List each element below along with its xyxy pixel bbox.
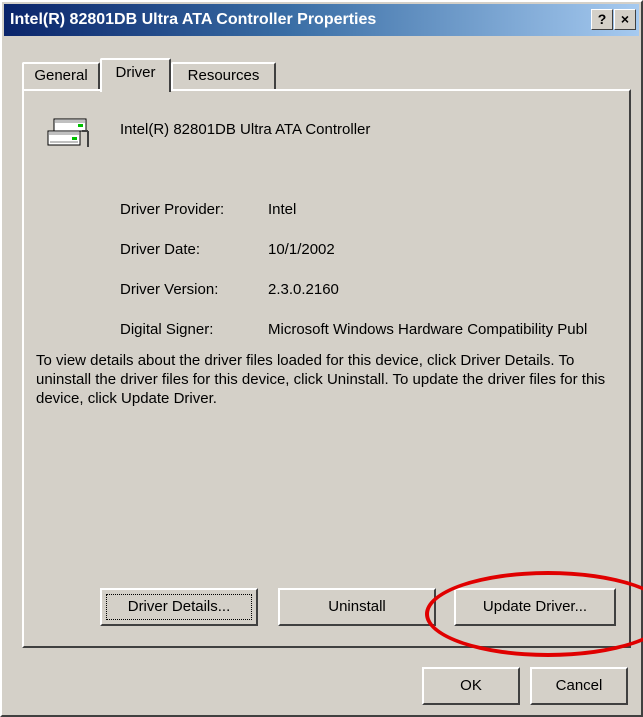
focus-rectangle — [106, 594, 252, 620]
driver-description: To view details about the driver files l… — [36, 352, 606, 407]
digital-signer-value: Microsoft Windows Hardware Compatibility… — [268, 321, 588, 338]
tab-driver[interactable]: Driver — [100, 58, 171, 92]
tab-resources[interactable]: Resources — [171, 62, 276, 90]
driver-tab-panel: Intel(R) 82801DB Ultra ATA Controller Dr… — [22, 89, 631, 648]
digital-signer-label: Digital Signer: — [120, 321, 214, 338]
cancel-button[interactable]: Cancel — [530, 667, 628, 705]
driver-provider-label: Driver Provider: — [120, 201, 225, 218]
driver-version-value: 2.3.0.2160 — [268, 281, 339, 298]
title-bar[interactable]: Intel(R) 82801DB Ultra ATA Controller Pr… — [4, 4, 639, 36]
driver-version-label: Driver Version: — [120, 281, 219, 298]
properties-dialog: Intel(R) 82801DB Ultra ATA Controller Pr… — [0, 0, 643, 717]
update-driver-button[interactable]: Update Driver... — [454, 588, 616, 626]
driver-provider-value: Intel — [268, 201, 297, 218]
uninstall-button[interactable]: Uninstall — [278, 588, 436, 626]
driver-date-label: Driver Date: — [120, 241, 201, 258]
ide-controller-icon — [47, 118, 89, 147]
close-button[interactable]: × — [614, 9, 636, 30]
help-button[interactable]: ? — [591, 9, 613, 30]
driver-date-value: 10/1/2002 — [268, 241, 335, 258]
window-title: Intel(R) 82801DB Ultra ATA Controller Pr… — [10, 11, 377, 28]
device-name: Intel(R) 82801DB Ultra ATA Controller — [120, 121, 371, 138]
driver-details-button[interactable]: Driver Details... — [100, 588, 258, 626]
tab-general[interactable]: General — [22, 62, 100, 90]
ok-button[interactable]: OK — [422, 667, 520, 705]
